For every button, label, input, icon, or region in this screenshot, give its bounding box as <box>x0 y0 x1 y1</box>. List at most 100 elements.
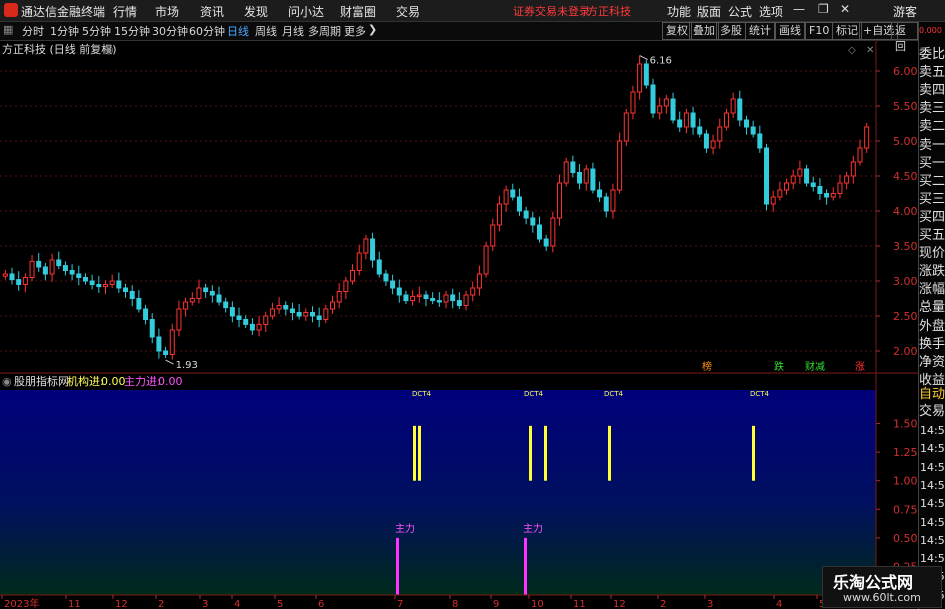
period-multi[interactable]: 多周期 <box>308 23 341 39</box>
indicator-line2-value: 0.00 <box>158 375 183 388</box>
quote-field-label: 卖三 <box>919 101 945 117</box>
y-tick-label: 4.50 <box>893 170 918 183</box>
period-30min[interactable]: 30分钟 <box>152 23 188 39</box>
period-fenshi[interactable]: 分时 <box>22 23 44 39</box>
candle-body <box>790 175 796 184</box>
candle-body <box>22 277 28 285</box>
btn-f10[interactable]: F10 <box>805 22 834 40</box>
menu-caifuquan[interactable]: 财富圈 <box>340 3 376 20</box>
candle-body <box>430 298 436 302</box>
candle-body <box>9 273 15 281</box>
settings-circle-icon[interactable]: ◉ <box>104 43 114 56</box>
period-weekly[interactable]: 周线 <box>255 23 277 39</box>
candle-body <box>603 196 609 212</box>
diamond-icon[interactable]: ◇ <box>848 45 856 56</box>
jigou-bar <box>413 425 416 481</box>
candle-body <box>677 119 683 128</box>
menu-zixun[interactable]: 资讯 <box>200 3 224 20</box>
candle-body <box>136 298 142 310</box>
chevron-right-icon[interactable]: ❯ <box>368 23 377 36</box>
menu-xuanxiang[interactable]: 选项 <box>759 3 783 20</box>
y-tick-label: 5.50 <box>893 100 918 113</box>
btn-back[interactable]: 返回 <box>891 22 918 53</box>
stock-name-header: 方正科技 <box>587 5 631 18</box>
period-daily[interactable]: 日线 <box>227 23 249 39</box>
auto-mode-label[interactable]: 自动 <box>919 386 945 403</box>
btn-diejia[interactable]: 叠加 <box>689 22 719 40</box>
candle-body <box>436 300 442 303</box>
btn-tongji[interactable]: 统计 <box>745 22 775 40</box>
candle-body <box>229 307 235 317</box>
candle-body <box>196 287 202 299</box>
close-panel-icon[interactable]: ✕ <box>866 45 874 56</box>
period-60min[interactable]: 60分钟 <box>189 23 225 39</box>
candle-body <box>29 260 35 278</box>
event-marker[interactable]: 财减 <box>805 360 825 373</box>
period-5min[interactable]: 5分钟 <box>82 23 111 39</box>
candle-body <box>563 161 569 184</box>
quote-field-label: 买五 <box>919 228 945 243</box>
close-icon[interactable]: ✕ <box>840 2 850 16</box>
x-tick-label: 6 <box>318 599 324 609</box>
jigou-bar <box>418 425 421 481</box>
event-markers: 榜 跌 财减 涨 <box>702 360 865 373</box>
y-tick-label: 3.50 <box>893 240 918 253</box>
candle-body <box>764 147 770 205</box>
period-monthly[interactable]: 月线 <box>282 23 304 39</box>
menu-faxian[interactable]: 发现 <box>244 3 268 20</box>
y-tick-label: 6.00 <box>893 65 918 78</box>
y-tick-label: 3.00 <box>893 275 918 288</box>
candle-body <box>216 294 222 303</box>
quote-field-label: 现价 <box>919 246 945 262</box>
candle-body <box>316 315 322 320</box>
candle-body <box>390 280 396 289</box>
user-label[interactable]: 游客 <box>893 3 917 20</box>
x-axis: 2023年1112234567891011122345 <box>0 594 918 609</box>
btn-duogu[interactable]: 多股 <box>716 22 746 40</box>
menu-banmian[interactable]: 版面 <box>697 3 721 20</box>
btn-biaoji[interactable]: 标记 <box>832 22 862 40</box>
candle-body <box>102 284 108 288</box>
period-1min[interactable]: 1分钟 <box>50 23 79 39</box>
minimize-icon[interactable]: — <box>793 2 805 16</box>
candle-body <box>670 98 676 121</box>
quote-field-label: 涨幅 <box>919 282 945 298</box>
grid-icon[interactable]: ▦ <box>3 23 13 36</box>
candle-body <box>223 301 229 309</box>
candle-body <box>550 217 556 247</box>
btn-huaxian[interactable]: 画线 <box>775 22 805 40</box>
period-more[interactable]: 更多 <box>344 23 366 39</box>
jigou-bar <box>544 425 547 481</box>
zhuli-label: 主力 <box>523 522 543 535</box>
candle-body <box>343 280 349 292</box>
y-tick-label: 2.50 <box>893 310 918 323</box>
indicator-background <box>0 390 876 595</box>
menu-shichang[interactable]: 市场 <box>155 3 179 20</box>
restore-icon[interactable]: ❐ <box>818 2 829 16</box>
candle-body <box>663 98 669 107</box>
event-marker[interactable]: 跌 <box>774 360 784 373</box>
indicator-menu-icon[interactable]: ◉ <box>2 375 12 388</box>
event-marker[interactable]: 涨 <box>855 361 865 373</box>
candle-body <box>697 126 703 135</box>
quote-side-panel: 0.000 委比 卖五 卖四 卖三 卖二 卖一 买一 买二 买三 买四 买五 现价 涨跌 涨幅 总量 外盘 换手净… <box>918 22 945 609</box>
menu-wenxiaoda[interactable]: 问小达 <box>288 3 324 20</box>
quote-field-label: 净资 <box>919 354 945 370</box>
candle-body <box>703 133 709 149</box>
menu-gongneng[interactable]: 功能 <box>667 3 691 20</box>
menu-jiaoyi[interactable]: 交易 <box>396 3 420 20</box>
candle-body <box>530 217 536 226</box>
candle-body <box>804 168 810 184</box>
chart-area[interactable]: 6.16 1.93 6.00 5.50 5.00 4.50 4.00 3.50 3.00 2.5… <box>0 40 918 609</box>
period-15min[interactable]: 15分钟 <box>114 23 150 39</box>
candle-body <box>183 301 189 310</box>
y-tick-label: 0.75 <box>893 503 918 516</box>
zhuli-bar <box>396 537 399 595</box>
menu-gongshi[interactable]: 公式 <box>728 3 752 20</box>
trade-label[interactable]: 交易 <box>919 403 945 420</box>
menu-hangqing[interactable]: 行情 <box>113 3 137 20</box>
btn-fuquan[interactable]: 复权 <box>662 22 692 40</box>
candle-body <box>303 312 309 317</box>
login-warning[interactable]: 证券交易未登录 <box>513 3 590 19</box>
event-marker[interactable]: 榜 <box>702 360 712 373</box>
